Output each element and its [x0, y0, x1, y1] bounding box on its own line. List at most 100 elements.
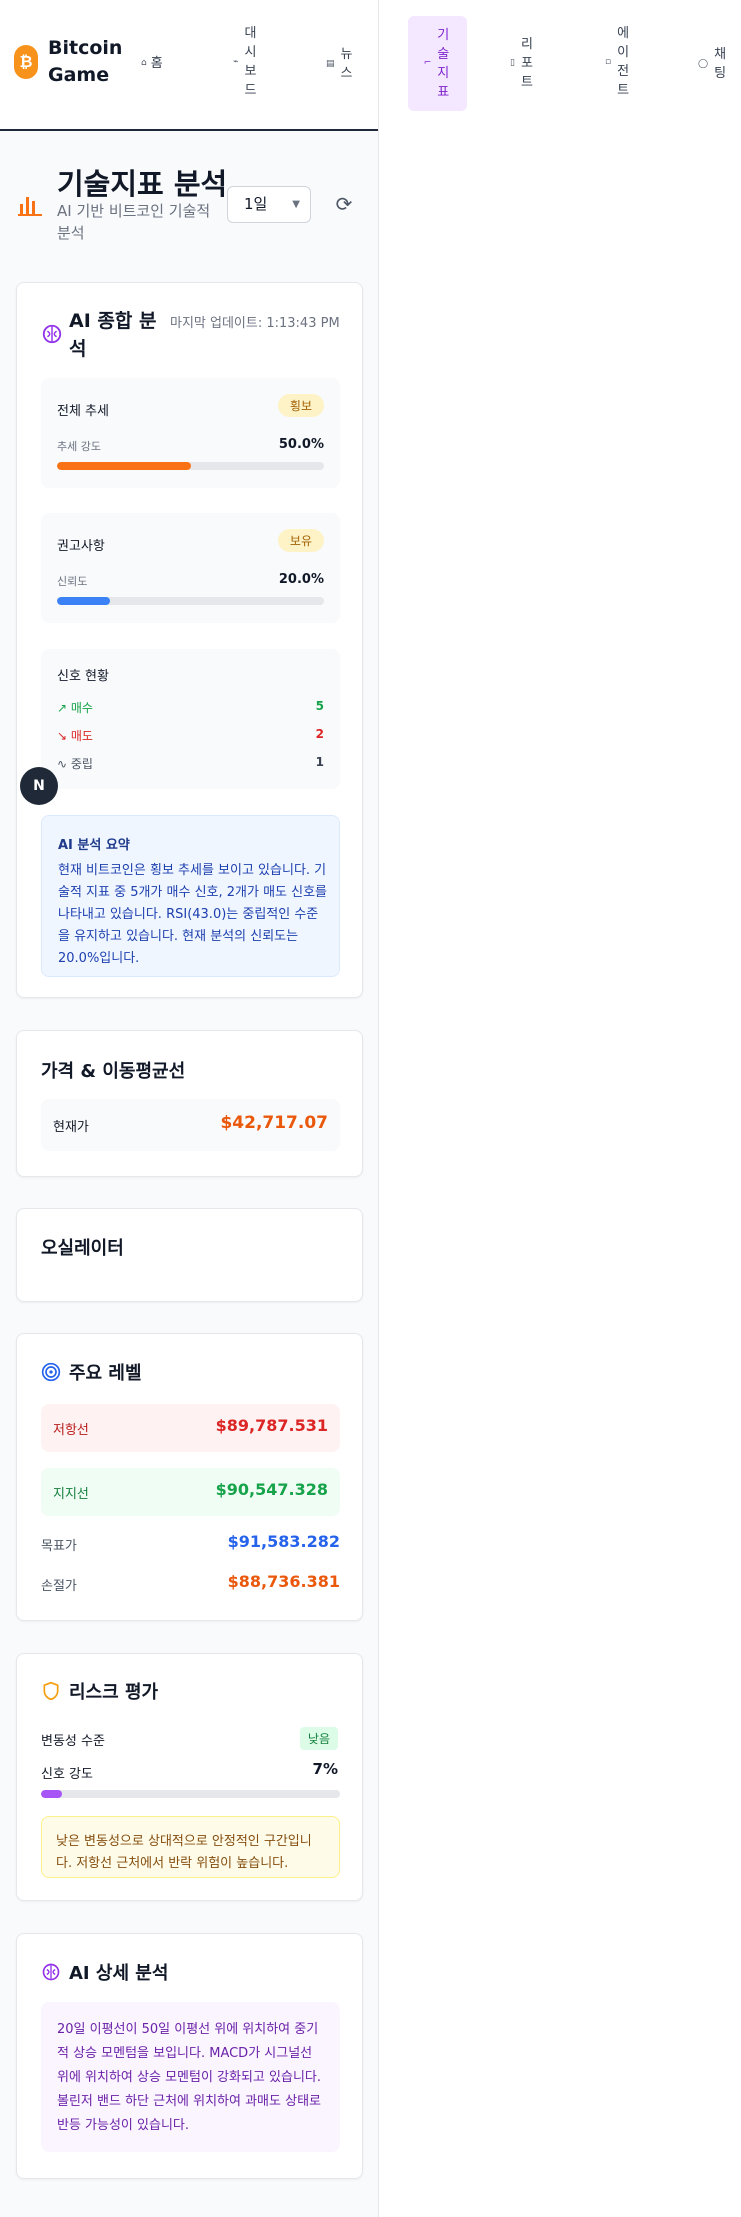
ai-summary-box-title: AI 분석 요약 [58, 838, 130, 853]
trend-strength-bar [57, 462, 324, 470]
trend-strength-value: 50.0% [278, 437, 324, 452]
recommendation-label: 권고사항 [57, 539, 105, 554]
column-divider [378, 0, 379, 2217]
nav-item-label: 대시보드 [244, 26, 257, 98]
current-price-label: 현재가 [53, 1120, 89, 1135]
nav-item-dashboard[interactable]: ⌁ 대시보드 [233, 24, 258, 100]
nav-item-news[interactable]: ▤ 뉴스 [326, 45, 355, 83]
nav-item-technical[interactable]: ⌐ 기술지표 [408, 16, 467, 111]
confidence-value: 20.0% [278, 572, 324, 587]
ai-summary-title: AI 종합 분석 [69, 310, 157, 360]
support-row: 지지선 $90,547.328 [41, 1468, 340, 1516]
period-select[interactable]: 1일 ▼ [227, 186, 311, 223]
trend-box: 전체 추세 횡보 추세 강도 50.0% [41, 378, 340, 488]
trend-down-icon: ↘ [57, 729, 68, 743]
key-levels-card: 주요 레벨 저항선 $89,787.531 지지선 $90,547.328 목표… [16, 1333, 363, 1621]
dev-tools-badge[interactable]: N [20, 767, 58, 805]
brain-icon [42, 324, 62, 344]
nav-item-chat[interactable]: ◯ 채팅 [698, 45, 728, 83]
signal-sell-label: 매도 [70, 729, 93, 743]
bar-chart-icon [18, 197, 42, 216]
signal-buy-row: ↗ 매수 5 [57, 699, 324, 716]
nav-item-home[interactable]: ⌂ 홈 [141, 54, 163, 73]
confidence-label: 신뢰도 [57, 575, 88, 588]
signal-strength-value: 7% [312, 1760, 338, 1778]
chevron-down-icon: ▼ [292, 199, 300, 210]
ai-detail-card: AI 상세 분석 20일 이평선이 50일 이평선 위에 위치하여 중기적 상승… [16, 1933, 363, 2179]
nav-item-label: 리포트 [520, 37, 533, 90]
signal-strength-label: 신호 강도 [41, 1767, 93, 1782]
chat-icon: ◯ [698, 58, 709, 69]
stop-loss-value: $88,736.381 [227, 1572, 340, 1591]
ai-summary-text: 현재 비트코인은 횡보 추세를 보이고 있습니다. 기술적 지표 중 5개가 매… [58, 863, 328, 966]
nav-item-label: 에이전트 [617, 26, 630, 98]
signal-sell-count: 2 [315, 727, 324, 741]
risk-title: 리스크 평가 [69, 1682, 159, 1703]
resistance-value: $89,787.531 [215, 1416, 328, 1435]
signals-box: 신호 현황 ↗ 매수 5 ↘ 매도 2 ∿ 중립 1 [41, 649, 340, 789]
signal-neutral-count: 1 [315, 755, 324, 769]
nav-item-label: 홈 [150, 56, 163, 71]
support-label: 지지선 [53, 1487, 89, 1502]
nav-item-label: 기술지표 [437, 27, 450, 100]
stop-loss-label: 손절가 [41, 1579, 77, 1594]
risk-note: 낮은 변동성으로 상대적으로 안정적인 구간입니다. 저항선 근처에서 반락 위… [41, 1816, 340, 1878]
key-levels-title: 주요 레벨 [69, 1363, 142, 1384]
period-select-value: 1일 [244, 195, 268, 213]
price-card: 가격 & 이동평균선 현재가 $42,717.07 [16, 1030, 363, 1177]
bitcoin-icon: ₿ [14, 45, 38, 79]
signal-neutral-row: ∿ 중립 1 [57, 755, 324, 772]
oscillator-title: 오실레이터 [41, 1238, 124, 1259]
refresh-button[interactable]: ⟳ [330, 190, 358, 218]
price-card-title: 가격 & 이동평균선 [41, 1061, 186, 1082]
recommendation-badge: 보유 [277, 529, 324, 552]
nav-item-label: 뉴스 [340, 47, 353, 81]
ai-summary-box: AI 분석 요약 현재 비트코인은 횡보 추세를 보이고 있습니다. 기술적 지… [41, 815, 340, 977]
nav-item-label: 채팅 [714, 47, 727, 81]
target-icon [41, 1362, 61, 1382]
risk-card: 리스크 평가 변동성 수준 낮음 신호 강도 7% 낮은 변동성으로 상대적으로… [16, 1653, 363, 1901]
home-icon: ⌂ [141, 58, 147, 68]
signal-sell-row: ↘ 매도 2 [57, 727, 324, 744]
brand-logo[interactable]: ₿ Bitcoin Game [14, 35, 128, 89]
news-icon: ▤ [326, 58, 335, 69]
activity-icon: ∿ [57, 757, 68, 771]
oscillator-card: 오실레이터 [16, 1208, 363, 1302]
nav-item-agent[interactable]: ▫ 에이전트 [605, 24, 631, 100]
confidence-fill [57, 597, 111, 605]
resistance-row: 저항선 $89,787.531 [41, 1404, 340, 1452]
trend-icon: ⌐ [423, 58, 432, 68]
recommendation-box: 권고사항 보유 신뢰도 20.0% [41, 513, 340, 623]
current-price-row: 현재가 $42,717.07 [41, 1099, 340, 1151]
volatility-badge: 낮음 [299, 1727, 338, 1750]
target-value: $91,583.282 [227, 1532, 340, 1551]
ai-summary-card: AI 종합 분석 마지막 업데이트: 1:13:43 PM 전체 추세 횡보 추… [16, 282, 363, 998]
trend-strength-label: 추세 강도 [57, 440, 101, 453]
signal-buy-count: 5 [315, 699, 324, 713]
signal-strength-bar [41, 1790, 340, 1798]
dashboard-icon: ⌁ [233, 56, 239, 67]
signals-title: 신호 현황 [57, 669, 109, 684]
stop-loss-row: 손절가 $88,736.381 [41, 1572, 340, 1596]
trend-strength-fill [57, 462, 191, 470]
signal-neutral-label: 중립 [70, 757, 93, 771]
ai-detail-title: AI 상세 분석 [69, 1963, 169, 1984]
trend-label: 전체 추세 [57, 404, 109, 419]
support-value: $90,547.328 [215, 1480, 328, 1499]
brand-name: Bitcoin Game [48, 37, 123, 86]
resistance-label: 저항선 [53, 1423, 89, 1438]
brain-icon [42, 1963, 60, 1981]
trend-badge: 횡보 [277, 394, 324, 417]
refresh-icon: ⟳ [335, 192, 353, 216]
page-title: 기술지표 분석 [57, 167, 228, 201]
nav-item-report[interactable]: ▯ 리포트 [510, 35, 535, 92]
last-updated: 마지막 업데이트: 1:13:43 PM [170, 316, 340, 331]
report-icon: ▯ [510, 58, 515, 68]
signal-strength-fill [41, 1790, 62, 1798]
volatility-label: 변동성 수준 [41, 1734, 105, 1749]
ai-detail-text: 20일 이평선이 50일 이평선 위에 위치하여 중기적 상승 모멘텀을 보입니… [41, 2002, 340, 2152]
target-row: 목표가 $91,583.282 [41, 1532, 340, 1556]
current-price-value: $42,717.07 [220, 1113, 328, 1133]
shield-icon [43, 1681, 59, 1701]
trend-up-icon: ↗ [57, 701, 68, 715]
